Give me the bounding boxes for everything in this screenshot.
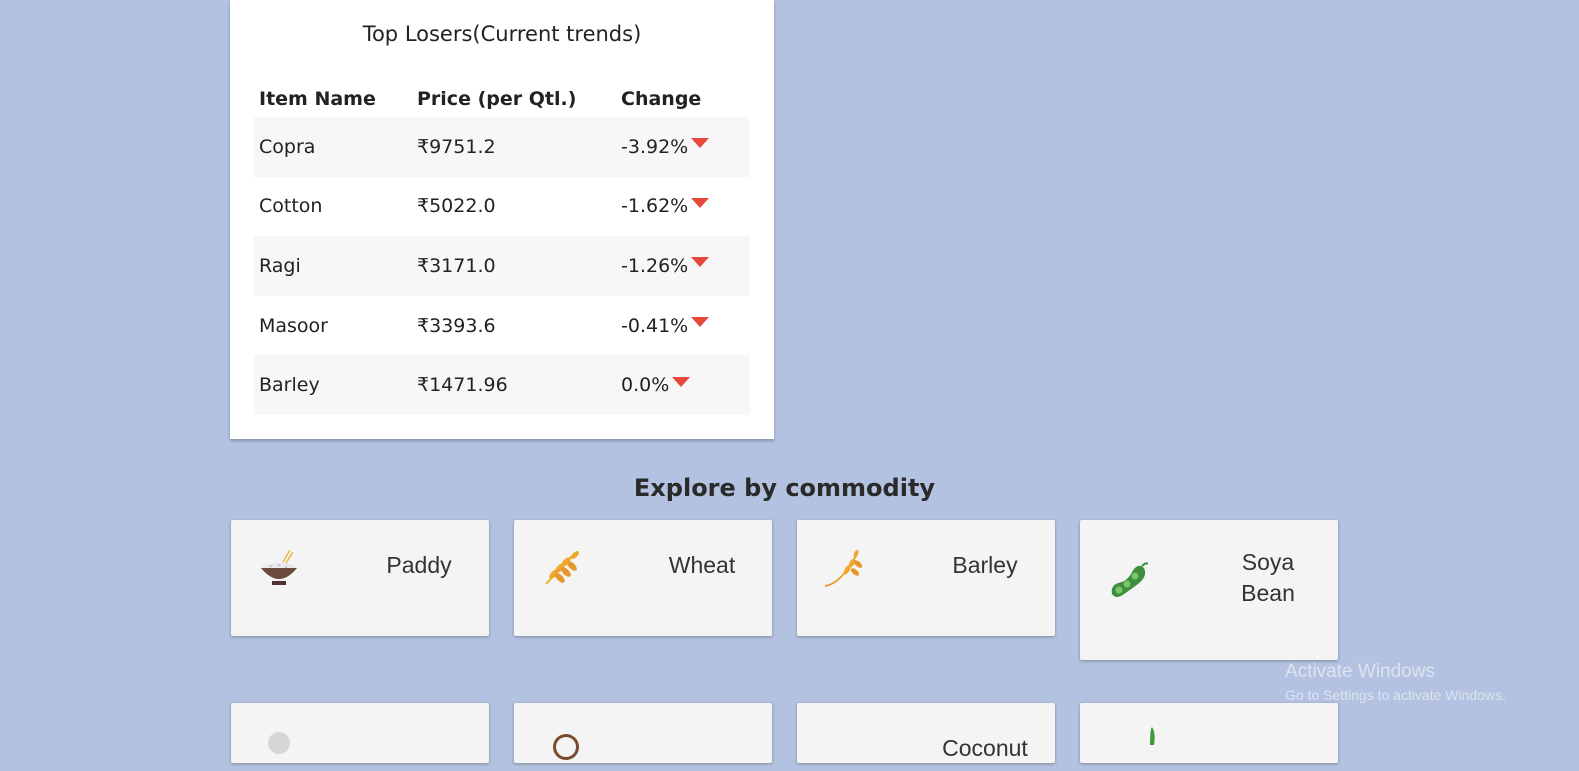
change-value: 0.0% [621,374,670,397]
down-arrow-icon [691,197,710,208]
tile-label: Coconut [942,735,1028,761]
row-name: Masoor [259,314,328,337]
top-losers-card: Top Losers(Current trends) Item Name Pri… [230,0,774,439]
coconut-icon [553,734,579,760]
row-name: Ragi [259,254,301,277]
header-item-name: Item Name [259,88,376,110]
down-arrow-icon [691,317,710,328]
barley-icon [825,549,863,587]
row-change: -1.26% [621,254,710,277]
leaf-icon [1150,727,1155,745]
wheat-icon [545,551,579,585]
row-price: ₹5022.0 [417,195,496,218]
table-row: Ragi ₹3171.0 -1.26% [254,236,750,296]
row-price: ₹1471.96 [417,374,508,397]
down-arrow-icon [691,257,710,268]
commodity-tile[interactable] [1080,703,1338,763]
card-title: Top Losers(Current trends) [362,22,642,46]
rice-bowl-icon [261,549,297,585]
activate-windows-title: Activate Windows [1285,661,1435,682]
commodity-tile-soya-bean[interactable]: Soya Bean [1080,520,1338,660]
header-change: Change [621,88,702,110]
row-change: -0.41% [621,314,710,337]
change-value: -3.92% [621,135,689,158]
change-value: -1.26% [621,254,689,277]
table-row: Masoor ₹3393.6 -0.41% [254,296,750,356]
commodity-tile[interactable]: Coconut [797,703,1055,763]
change-value: -1.62% [621,195,689,218]
row-name: Barley [259,374,320,397]
soybean-icon [1111,562,1148,597]
row-name: Copra [259,135,316,158]
table-row: Barley ₹1471.96 0.0% [254,355,750,415]
table-row: Cotton ₹5022.0 -1.62% [254,177,750,237]
commodity-icon [268,732,290,754]
down-arrow-icon [672,376,691,387]
row-name: Cotton [259,195,323,218]
row-change: 0.0% [621,374,691,397]
commodity-tile-wheat[interactable]: Wheat [514,520,772,636]
tile-label: Wheat [668,552,736,578]
tile-label: Paddy [386,552,452,578]
row-change: -3.92% [621,135,710,158]
table-header: Item Name Price (per Qtl.) Change [254,70,750,117]
row-price: ₹3171.0 [417,254,496,277]
commodity-tile-barley[interactable]: Barley [797,520,1055,636]
tile-label: Soya Bean [1241,549,1295,606]
commodity-tile-coconut[interactable] [514,703,772,763]
header-price: Price (per Qtl.) [417,88,577,110]
down-arrow-icon [691,138,710,149]
losers-table: Item Name Price (per Qtl.) Change Copra … [254,70,750,415]
table-row: Copra ₹9751.2 -3.92% [254,117,750,177]
change-value: -0.41% [621,314,689,337]
row-price: ₹3393.6 [417,314,496,337]
activate-windows-subtitle: Go to Settings to activate Windows. [1285,687,1506,703]
tile-label: Barley [952,552,1018,578]
scrollbar[interactable] [1569,0,1579,745]
commodity-tile[interactable] [231,703,489,763]
row-price: ₹9751.2 [417,135,496,158]
explore-title: Explore by commodity [633,474,936,502]
commodity-tile-paddy[interactable]: Paddy [231,520,489,636]
row-change: -1.62% [621,195,710,218]
